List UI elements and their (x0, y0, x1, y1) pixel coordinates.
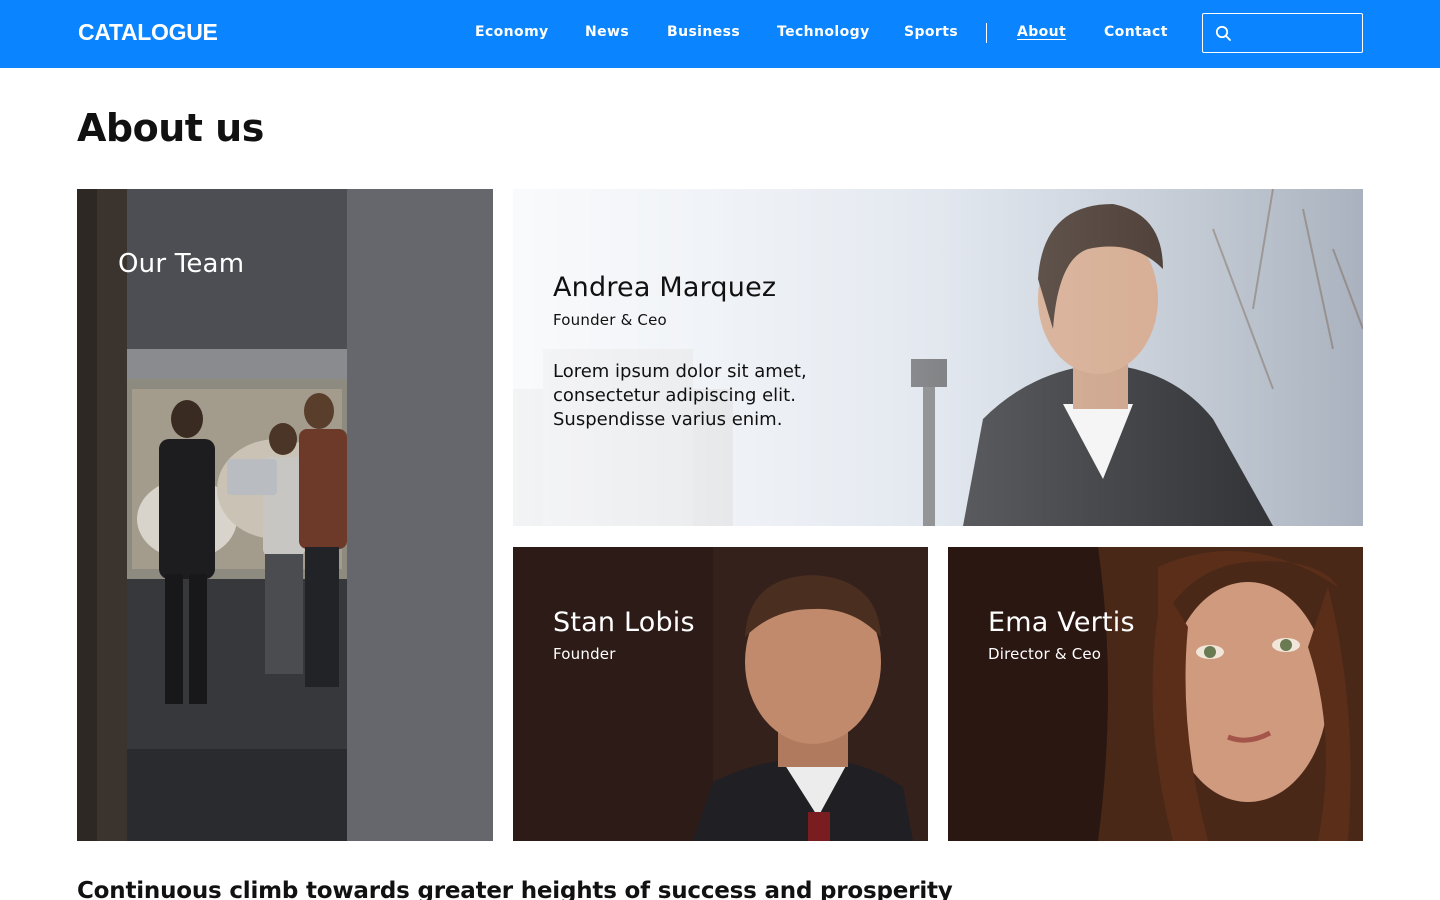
search-icon[interactable] (1215, 25, 1232, 42)
nav-business[interactable]: Business (667, 24, 740, 40)
andrea-overlay (513, 189, 1363, 526)
ema-card[interactable]: Ema Vertis Director & Ceo (948, 547, 1363, 841)
stan-name: Stan Lobis (553, 607, 695, 638)
stan-role: Founder (553, 645, 616, 663)
search-box[interactable] (1202, 13, 1363, 53)
search-input[interactable] (1239, 18, 1357, 48)
nav-sports[interactable]: Sports (904, 24, 958, 40)
ema-role: Director & Ceo (988, 645, 1102, 663)
page-title: About us (77, 106, 264, 150)
top-navbar: CATALOGUE Economy News Business Technolo… (0, 0, 1440, 68)
andrea-description: Lorem ipsum dolor sit amet, consectetur … (553, 361, 807, 430)
nav-news[interactable]: News (585, 24, 629, 40)
section-heading: Continuous climb towards greater heights… (77, 878, 953, 900)
nav-technology[interactable]: Technology (777, 24, 870, 40)
our-team-card[interactable]: Our Team (77, 189, 493, 841)
team-photo (77, 189, 493, 841)
team-title: Our Team (118, 249, 245, 279)
nav-contact[interactable]: Contact (1104, 24, 1168, 40)
ema-photo (948, 547, 1363, 841)
ema-name: Ema Vertis (988, 607, 1135, 638)
nav-divider (986, 23, 987, 43)
andrea-role: Founder & Ceo (553, 311, 667, 329)
andrea-name: Andrea Marquez (553, 272, 777, 303)
logo[interactable]: CATALOGUE (78, 19, 218, 46)
nav-about[interactable]: About (1017, 24, 1066, 40)
stan-card[interactable]: Stan Lobis Founder (513, 547, 928, 841)
stan-photo (513, 547, 928, 841)
nav-economy[interactable]: Economy (475, 24, 549, 40)
andrea-card[interactable]: Andrea Marquez Founder & Ceo Lorem ipsum… (513, 189, 1363, 526)
